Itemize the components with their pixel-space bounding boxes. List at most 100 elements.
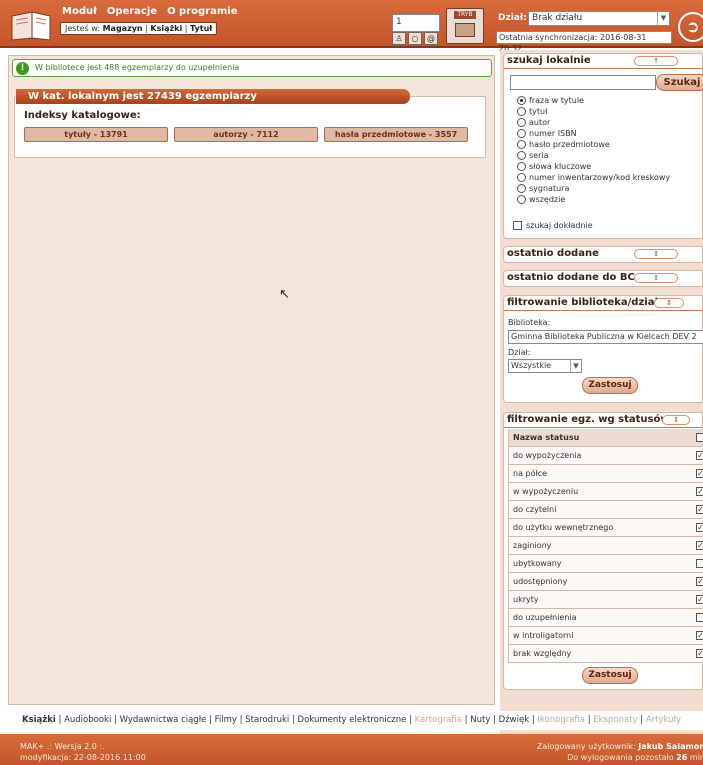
radio-dot-icon [517,173,526,182]
link-ksiazki[interactable]: Książki [22,715,56,725]
select-all-checkbox[interactable] [696,433,703,442]
main-menu: Moduł Operacje O programie [62,6,238,17]
header-icon-row: ♙ ○ @ [392,32,438,45]
recent-panel-header: ostatnio dodane ↕ [504,247,702,262]
breadcrumb-item-ksiazki[interactable]: Książki [150,24,182,33]
menu-operacje[interactable]: Operacje [107,6,157,17]
radio-wszedzie[interactable]: wszędzie [517,195,565,204]
sync-status: Ostatnia synchronizacja: 2016-08-31 20:3… [496,31,672,53]
search-panel: szukaj lokalnie ↑ Szukaj fraza w tytule … [503,53,703,239]
status-checkbox[interactable] [696,559,703,568]
radio-label: seria [529,151,549,160]
radio-autor[interactable]: autor [517,118,550,127]
radio-inwentarz[interactable]: numer inwentarzowy/kod kreskowy [517,173,670,182]
status-checkbox[interactable]: ✓ [696,451,703,460]
radio-label: hasło przedmiotowe [529,140,610,149]
status-row: udostępniony ✓ [508,573,703,591]
radio-fraza[interactable]: fraza w tytule [517,96,584,105]
status-checkbox[interactable]: ✓ [696,505,703,514]
status-checkbox[interactable]: ✓ [696,523,703,532]
link-dokumenty[interactable]: Dokumenty elektroniczne [298,715,407,725]
status-row: w wypożyczeniu ✓ [508,483,703,501]
status-checkbox[interactable] [696,613,703,622]
expand-toggle-icon[interactable]: ↕ [634,249,678,259]
notice-text: W bibliotece jest 488 egzemplarzy do uzu… [35,63,240,72]
radio-label: słowa kluczowe [529,162,592,171]
exclamation-icon: ! [16,62,29,75]
radio-dot-icon [517,118,526,127]
collapse-toggle-icon[interactable]: ↕ [662,415,690,425]
radio-tytul[interactable]: tytuł [517,107,547,116]
status-row: do wypożyczenia ✓ [508,447,703,465]
mak-logo-icon[interactable] [8,8,54,42]
filter-library-header: filtrowanie biblioteka/dział ↕ [504,296,702,311]
status-name: w wypożyczeniu [513,487,579,496]
link-dzwiek[interactable]: Dźwięk [499,715,529,725]
breadcrumb-item-tytul[interactable]: Tytuł [190,24,212,33]
search-panel-header: szukaj lokalnie ↑ [504,54,702,69]
status-checkbox[interactable]: ✓ [696,595,703,604]
index-subjects-button[interactable]: hasła przedmiotowe - 3557 [324,127,468,142]
radio-label: autor [529,118,551,127]
dept-select[interactable]: Wszystkie ▼ [508,359,582,373]
recent-panel-title: ostatnio dodane [507,248,599,259]
expand-toggle-icon[interactable]: ↕ [634,273,678,283]
radio-sygnatura[interactable]: sygnatura [517,184,569,193]
recent-bc-panel[interactable]: ostatnio dodane do BC ↕ [503,270,703,287]
collapse-toggle-icon[interactable]: ↑ [634,56,678,66]
filter-status-panel: filtrowanie egz. wg statusów ↕ Nazwa sta… [503,412,703,690]
breadcrumb-item-magazyn[interactable]: Magazyn [103,24,143,33]
link-wydawnictwa[interactable]: Wydawnictwa ciągłe [120,715,207,725]
collapse-toggle-icon[interactable]: ↕ [654,298,684,308]
status-checkbox[interactable]: ✓ [696,577,703,586]
radio-haslo[interactable]: hasło przedmiotowe [517,140,610,149]
index-authors-button[interactable]: autorzy - 7112 [174,127,318,142]
search-input[interactable] [510,75,656,90]
index-titles-button[interactable]: tytuły - 13791 [24,127,168,142]
menu-o-programie[interactable]: O programie [167,6,237,17]
mode-button[interactable]: TRYB [446,8,484,44]
search-button[interactable]: Szukaj [656,74,703,91]
user-icon[interactable]: ♙ [392,32,406,45]
filter-library-title: filtrowanie biblioteka/dział [507,297,659,308]
logout-runner-icon[interactable]: ➲ [678,12,703,42]
status-table: Nazwa statusu do wypożyczenia ✓ na półce ✓… [508,429,703,663]
status-name: do użytku wewnętrznego [513,523,614,532]
apply-library-filter-button[interactable]: Zastosuj [582,377,638,394]
exact-search-checkbox[interactable]: szukaj dokładnie [513,221,593,230]
menu-modul[interactable]: Moduł [62,6,97,17]
page-number-field[interactable]: 1 [392,14,440,32]
checkbox-icon [513,221,522,230]
radio-seria[interactable]: seria [517,151,549,160]
status-checkbox[interactable]: ✓ [696,541,703,550]
link-ikonografia: Ikonografia [537,715,585,725]
footer: MAK+ .: Wersja 2.0 :. modyfikacja: 22-08… [0,734,703,765]
status-name: do wypożyczenia [513,451,582,460]
status-checkbox[interactable]: ✓ [696,649,703,658]
department-select[interactable]: Brak działu ▼ [528,11,670,26]
recent-panel[interactable]: ostatnio dodane ↕ [503,246,703,263]
radio-dot-icon [517,140,526,149]
notice-banner[interactable]: ! W bibliotece jest 488 egzemplarzy do u… [12,59,492,77]
radio-label: numer inwentarzowy/kod kreskowy [529,173,671,182]
link-filmy[interactable]: Filmy [215,715,237,725]
radio-slowa[interactable]: słowa kluczowe [517,162,591,171]
status-name: udostępniony [513,577,568,586]
chat-icon[interactable]: ○ [408,32,422,45]
library-select[interactable]: Gminna Biblioteka Publiczna w Kielcach D… [508,330,703,344]
status-checkbox[interactable]: ✓ [696,469,703,478]
link-audiobooki[interactable]: Audiobooki [64,715,111,725]
link-starodruki[interactable]: Starodruki [245,715,289,725]
apply-status-filter-button[interactable]: Zastosuj [582,667,638,684]
status-row: ukryty ✓ [508,591,703,609]
status-checkbox[interactable]: ✓ [696,631,703,640]
radio-isbn[interactable]: numer ISBN [517,129,577,138]
link-nuty[interactable]: Nuty [470,715,490,725]
status-header-label: Nazwa statusu [513,433,580,442]
email-icon[interactable]: @ [424,32,438,45]
radio-dot-icon [517,151,526,160]
recent-bc-panel-header: ostatnio dodane do BC ↕ [504,271,702,286]
catalog-panel-title: W kat. lokalnym jest 27439 egzemplarzy [16,89,410,104]
status-checkbox[interactable]: ✓ [696,487,703,496]
status-row: do uzupełnienia [508,609,703,627]
